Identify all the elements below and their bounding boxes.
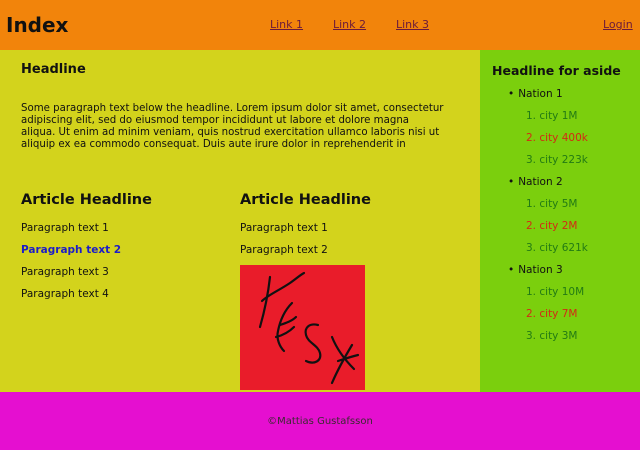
handwritten-test-drawing: [258, 271, 360, 385]
city-item: 3. city 3M: [526, 330, 577, 343]
nav-link-3[interactable]: Link 3: [396, 18, 429, 32]
list-number: 2.: [526, 132, 537, 144]
city-name: city 10M: [539, 286, 585, 298]
article-paragraph-highlighted: Paragraph text 2: [21, 244, 122, 256]
article-2: Article Headline Paragraph text 1 Paragr…: [240, 191, 440, 391]
city-name: city 1M: [539, 110, 578, 122]
city-name: city 621k: [539, 242, 588, 254]
article-paragraph: Paragraph text 1: [21, 222, 109, 234]
bullet-icon: •: [508, 176, 515, 188]
nation-item: • Nation 2: [508, 176, 563, 189]
list-number: 2.: [526, 308, 537, 320]
nation-item: • Nation 3: [508, 264, 563, 277]
main-headline: Headline: [21, 62, 86, 77]
city-item: 1. city 1M: [526, 110, 577, 123]
article-headline: Article Headline: [21, 192, 152, 208]
city-name: city 2M: [539, 220, 578, 232]
bullet-icon: •: [508, 264, 515, 276]
main-content: Headline Some paragraph text below the h…: [0, 50, 480, 392]
article-1: Article Headline Paragraph text 1 Paragr…: [21, 191, 221, 391]
nation-name: Nation 3: [518, 264, 563, 276]
nav-link-2[interactable]: Link 2: [333, 18, 366, 32]
city-name: city 3M: [539, 330, 578, 342]
aside-headline: Headline for aside: [492, 63, 621, 78]
city-item: 1. city 5M: [526, 198, 577, 211]
city-item: 1. city 10M: [526, 286, 584, 299]
page-footer: ©Mattias Gustafsson: [0, 392, 640, 450]
city-name: city 400k: [539, 132, 588, 144]
city-item: 2. city 2M: [526, 220, 577, 233]
city-item: 2. city 7M: [526, 308, 577, 321]
test-image: [240, 265, 365, 390]
city-name: city 5M: [539, 198, 578, 210]
city-item: 3. city 223k: [526, 154, 588, 167]
login-link[interactable]: Login: [603, 18, 633, 32]
article-headline: Article Headline: [240, 192, 371, 208]
site-title: Index: [6, 13, 69, 37]
nation-name: Nation 1: [518, 88, 563, 100]
list-number: 1.: [526, 110, 537, 122]
intro-paragraph: Some paragraph text below the headline. …: [21, 103, 444, 150]
nation-item: • Nation 1: [508, 88, 563, 101]
city-name: city 7M: [539, 308, 578, 320]
copyright-text: ©Mattias Gustafsson: [267, 416, 373, 427]
list-number: 3.: [526, 330, 537, 342]
aside: Headline for aside • Nation 1 1. city 1M …: [480, 50, 640, 392]
article-paragraph: Paragraph text 3: [21, 266, 109, 278]
nav-link-1[interactable]: Link 1: [270, 18, 303, 32]
list-number: 1.: [526, 198, 537, 210]
list-number: 1.: [526, 286, 537, 298]
city-name: city 223k: [539, 154, 588, 166]
bullet-icon: •: [508, 88, 515, 100]
page-header: Index Link 1 Link 2 Link 3 Login: [0, 0, 640, 50]
city-item: 3. city 621k: [526, 242, 588, 255]
list-number: 3.: [526, 154, 537, 166]
nation-name: Nation 2: [518, 176, 563, 188]
article-paragraph: Paragraph text 2: [240, 244, 328, 256]
article-paragraph: Paragraph text 4: [21, 288, 109, 300]
list-number: 3.: [526, 242, 537, 254]
list-number: 2.: [526, 220, 537, 232]
city-item: 2. city 400k: [526, 132, 588, 145]
article-paragraph: Paragraph text 1: [240, 222, 328, 234]
